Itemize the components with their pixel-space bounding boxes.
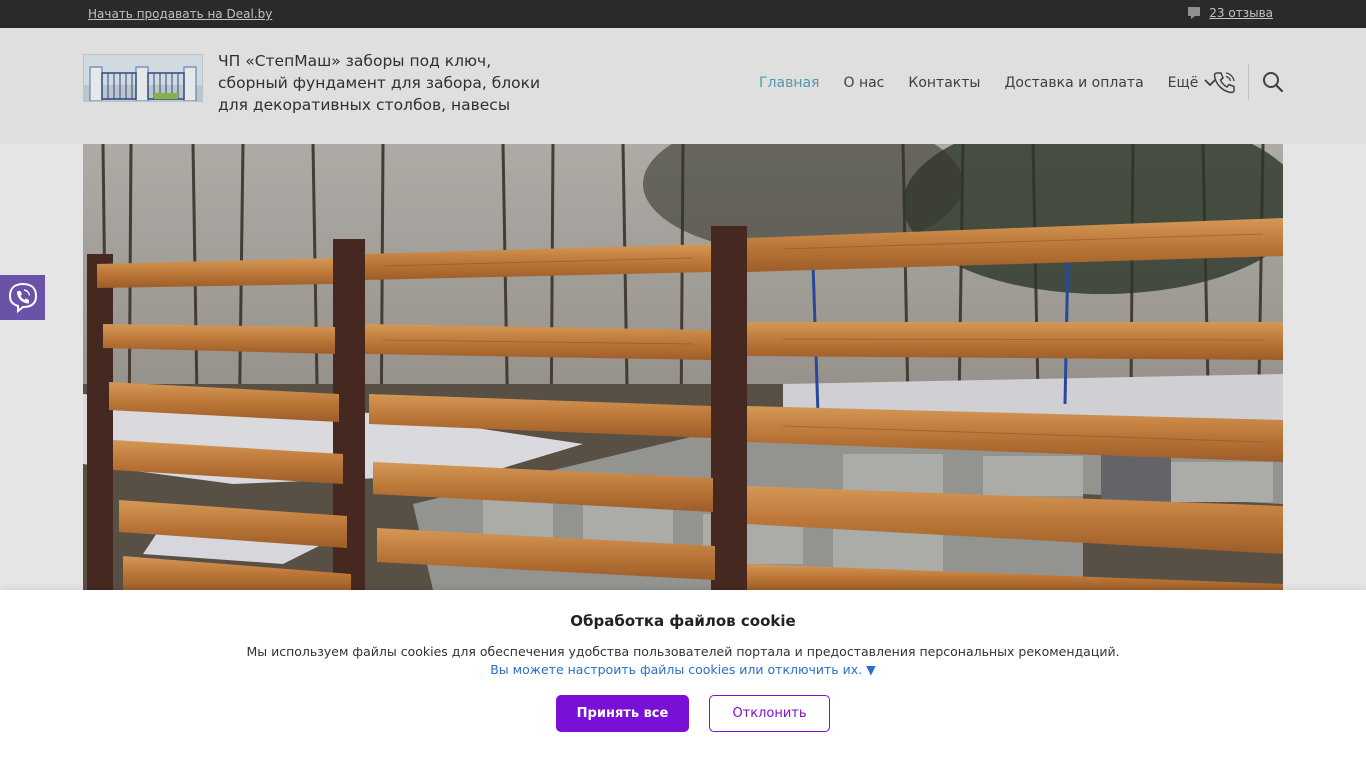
- cookie-title: Обработка файлов cookie: [570, 612, 796, 630]
- top-bar: Начать продавать на Deal.by 23 отзыва: [0, 0, 1366, 28]
- phone-icon[interactable]: [1210, 69, 1238, 97]
- nav-item-home[interactable]: Главная: [759, 75, 819, 91]
- main-nav: Главная О нас Контакты Доставка и оплата…: [759, 75, 1216, 91]
- cookie-banner: Обработка файлов cookie Мы используем фа…: [0, 590, 1366, 768]
- site-title[interactable]: ЧП «СтепМаш» заборы под ключ, сборный фу…: [218, 50, 558, 116]
- nav-item-delivery[interactable]: Доставка и оплата: [1004, 75, 1143, 91]
- reviews-link[interactable]: 23 отзыва: [1187, 6, 1273, 20]
- viber-icon: [8, 282, 37, 313]
- search-icon[interactable]: [1261, 70, 1285, 94]
- hero-fence-image: [83, 144, 1283, 590]
- fence-logo-image: [84, 55, 202, 101]
- cookie-settings-label: Вы можете настроить файлы cookies или от…: [490, 662, 863, 677]
- triangle-down-icon: ▼: [866, 662, 876, 677]
- cookie-text: Мы используем файлы cookies для обеспече…: [246, 644, 1120, 659]
- start-selling-link[interactable]: Начать продавать на Deal.by: [88, 7, 272, 21]
- header-divider: [1248, 64, 1249, 100]
- nav-item-contacts[interactable]: Контакты: [908, 75, 980, 91]
- fence-photo: [83, 144, 1283, 590]
- site-logo[interactable]: [83, 54, 203, 102]
- nav-item-more-label: Ещё: [1167, 75, 1199, 91]
- nav-item-about[interactable]: О нас: [843, 75, 884, 91]
- nav-item-more[interactable]: Ещё: [1168, 75, 1217, 91]
- reviews-count: 23 отзыва: [1209, 6, 1273, 20]
- viber-button[interactable]: [0, 275, 45, 320]
- accept-all-button[interactable]: Принять все: [556, 695, 689, 732]
- decline-button[interactable]: Отклонить: [709, 695, 830, 732]
- chat-icon: [1188, 7, 1201, 19]
- cookie-settings-link[interactable]: Вы можете настроить файлы cookies или от…: [0, 662, 1366, 677]
